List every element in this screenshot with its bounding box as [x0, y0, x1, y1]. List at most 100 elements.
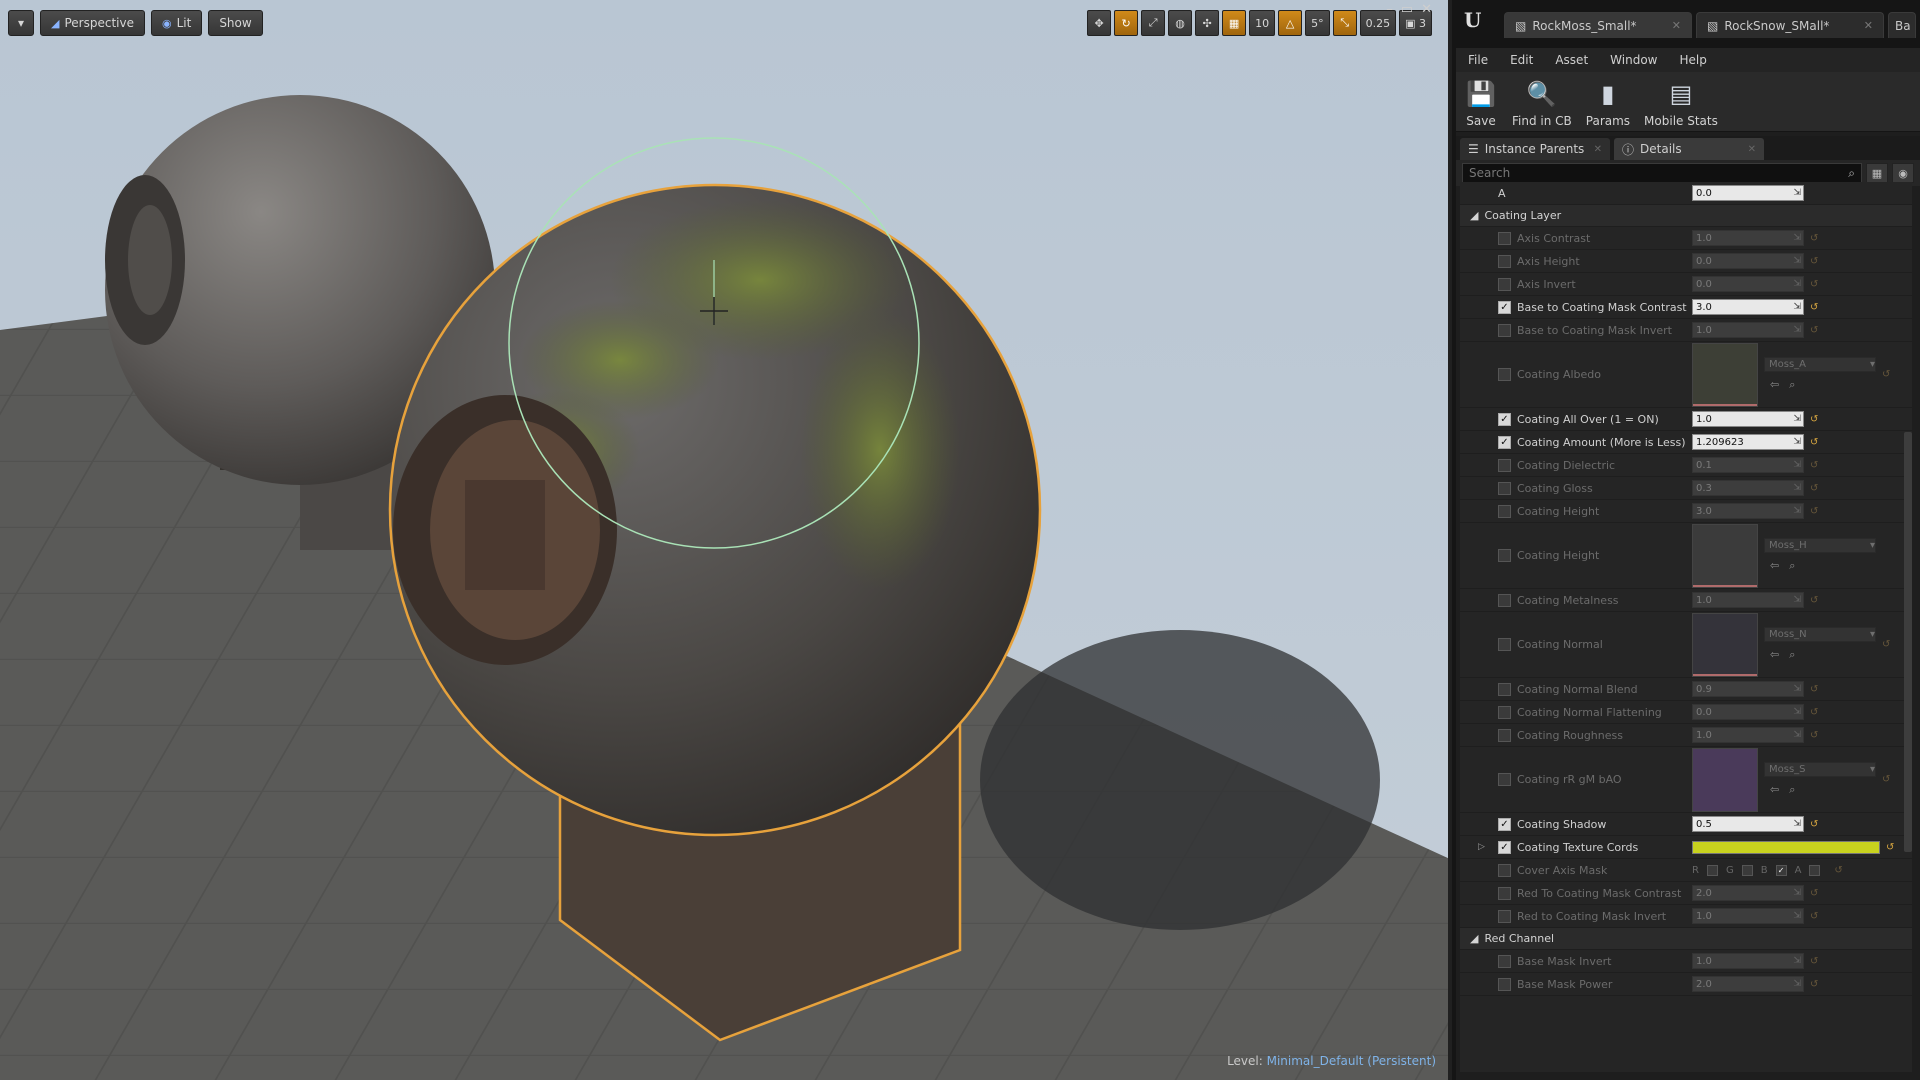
- override-checkbox[interactable]: [1498, 231, 1511, 245]
- color-swatch[interactable]: [1692, 840, 1880, 854]
- texture-picker[interactable]: Moss_S ▾: [1764, 762, 1876, 777]
- override-checkbox[interactable]: [1498, 549, 1511, 562]
- reset-icon[interactable]: ↺: [1810, 460, 1818, 471]
- value-field[interactable]: 0.0 ⇲: [1692, 704, 1804, 720]
- scale-snap-toggle[interactable]: ⤡: [1332, 10, 1357, 36]
- override-checkbox[interactable]: [1498, 728, 1511, 742]
- reset-icon[interactable]: ↺: [1810, 233, 1818, 244]
- browse-icon[interactable]: ⌕: [1789, 378, 1795, 392]
- reset-icon[interactable]: ↺: [1810, 684, 1818, 695]
- reset-icon[interactable]: ↺: [1810, 256, 1818, 267]
- channel-r-checkbox[interactable]: [1706, 864, 1718, 876]
- close-tab-icon[interactable]: ✕: [1672, 19, 1681, 32]
- value-field[interactable]: 3.0 ⇲: [1692, 299, 1804, 315]
- world-local-button[interactable]: ◍: [1168, 10, 1193, 36]
- value-field[interactable]: 1.0 ⇲: [1692, 411, 1804, 427]
- override-checkbox[interactable]: ✓: [1498, 300, 1511, 314]
- value-field[interactable]: 1.0 ⇲: [1692, 230, 1804, 246]
- reset-icon[interactable]: ↺: [1810, 911, 1818, 922]
- value-field[interactable]: 2.0 ⇲: [1692, 885, 1804, 901]
- params-button[interactable]: ▮ Params: [1586, 78, 1630, 128]
- value-field[interactable]: 0.0 ⇲: [1692, 185, 1804, 201]
- override-checkbox[interactable]: [1498, 886, 1511, 900]
- override-checkbox[interactable]: [1498, 593, 1511, 607]
- category-red-channel[interactable]: ◢ Red Channel: [1460, 928, 1912, 950]
- close-icon[interactable]: ✕: [1421, 2, 1432, 17]
- tab-rockmoss[interactable]: ▧ RockMoss_Small* ✕: [1504, 12, 1692, 38]
- value-field[interactable]: 1.209623 ⇲: [1692, 434, 1804, 450]
- use-selected-icon[interactable]: ⇦: [1770, 783, 1779, 797]
- menu-file[interactable]: File: [1468, 53, 1488, 67]
- texture-picker[interactable]: Moss_A ▾: [1764, 357, 1876, 372]
- value-field[interactable]: 1.0 ⇲: [1692, 322, 1804, 338]
- expand-arrow-icon[interactable]: ▷: [1478, 842, 1485, 852]
- override-checkbox[interactable]: [1498, 368, 1511, 381]
- override-checkbox[interactable]: [1498, 277, 1511, 291]
- value-field[interactable]: 1.0 ⇲: [1692, 908, 1804, 924]
- reset-icon[interactable]: ↺: [1810, 414, 1818, 425]
- value-field[interactable]: 1.0 ⇲: [1692, 592, 1804, 608]
- reset-icon[interactable]: ↺: [1810, 730, 1818, 741]
- reset-icon[interactable]: ↺: [1810, 707, 1818, 718]
- tab-instance-parents[interactable]: ☰ Instance Parents ✕: [1460, 138, 1610, 160]
- tab-details[interactable]: ⓘ Details ✕: [1614, 138, 1764, 160]
- override-checkbox[interactable]: [1498, 458, 1511, 472]
- value-field[interactable]: 0.9 ⇲: [1692, 681, 1804, 697]
- reset-icon[interactable]: ↺: [1810, 302, 1818, 313]
- close-tab-icon[interactable]: ✕: [1864, 19, 1873, 32]
- channel-g-checkbox[interactable]: [1741, 864, 1753, 876]
- override-checkbox[interactable]: [1498, 977, 1511, 991]
- override-checkbox[interactable]: [1498, 954, 1511, 968]
- override-checkbox[interactable]: [1498, 323, 1511, 337]
- search-input[interactable]: Search ⌕: [1462, 163, 1862, 183]
- channel-b-checkbox[interactable]: ✓: [1775, 864, 1787, 876]
- menu-asset[interactable]: Asset: [1555, 53, 1588, 67]
- menu-help[interactable]: Help: [1679, 53, 1706, 67]
- reset-icon[interactable]: ↺: [1810, 956, 1818, 967]
- override-checkbox[interactable]: ✓: [1498, 412, 1511, 426]
- value-field[interactable]: 1.0 ⇲: [1692, 727, 1804, 743]
- reset-icon[interactable]: ↺: [1810, 819, 1818, 830]
- texture-thumbnail[interactable]: [1692, 612, 1758, 677]
- rotation-snap-toggle[interactable]: △: [1278, 10, 1303, 36]
- reset-icon[interactable]: ↺: [1882, 369, 1890, 380]
- details-scrollbar[interactable]: [1904, 432, 1912, 852]
- close-tab-icon[interactable]: ✕: [1594, 144, 1602, 155]
- reset-icon[interactable]: ↺: [1886, 842, 1894, 853]
- value-field[interactable]: 2.0 ⇲: [1692, 976, 1804, 992]
- tab-rocksnow[interactable]: ▧ RockSnow_SMall* ✕: [1696, 12, 1884, 38]
- override-checkbox[interactable]: [1498, 504, 1511, 518]
- mobile-stats-button[interactable]: ▤ Mobile Stats: [1644, 78, 1718, 128]
- value-field[interactable]: 0.0 ⇲: [1692, 276, 1804, 292]
- override-checkbox[interactable]: [1498, 638, 1511, 651]
- value-field[interactable]: 0.5 ⇲: [1692, 816, 1804, 832]
- scale-tool-button[interactable]: ⤢: [1141, 10, 1166, 36]
- use-selected-icon[interactable]: ⇦: [1770, 378, 1779, 392]
- category-coating-layer[interactable]: ◢ Coating Layer: [1460, 205, 1912, 227]
- override-checkbox[interactable]: ✓: [1498, 840, 1511, 854]
- browse-icon[interactable]: ⌕: [1789, 648, 1795, 662]
- perspective-button[interactable]: ◢ Perspective: [40, 10, 145, 36]
- view-options-button[interactable]: ◉: [1892, 163, 1914, 183]
- use-selected-icon[interactable]: ⇦: [1770, 648, 1779, 662]
- grid-snap-toggle[interactable]: ▦: [1222, 10, 1247, 36]
- translate-tool-button[interactable]: ✥: [1087, 10, 1112, 36]
- value-field[interactable]: 3.0 ⇲: [1692, 503, 1804, 519]
- value-field[interactable]: 0.1 ⇲: [1692, 457, 1804, 473]
- tab-ba[interactable]: Ba: [1888, 12, 1916, 38]
- reset-icon[interactable]: ↺: [1810, 979, 1818, 990]
- reset-icon[interactable]: ↺: [1810, 437, 1818, 448]
- menu-edit[interactable]: Edit: [1510, 53, 1533, 67]
- value-field[interactable]: 1.0 ⇲: [1692, 953, 1804, 969]
- override-checkbox[interactable]: ✓: [1498, 435, 1511, 449]
- texture-thumbnail[interactable]: [1692, 747, 1758, 812]
- menu-window[interactable]: Window: [1610, 53, 1657, 67]
- save-button[interactable]: 💾 Save: [1464, 78, 1498, 128]
- rotation-snap-value[interactable]: 5°: [1305, 10, 1330, 36]
- viewport-scene[interactable]: [0, 0, 1452, 1080]
- reset-icon[interactable]: ↺: [1810, 483, 1818, 494]
- override-checkbox[interactable]: [1498, 682, 1511, 696]
- override-checkbox[interactable]: [1498, 481, 1511, 495]
- browse-icon[interactable]: ⌕: [1789, 783, 1795, 797]
- texture-thumbnail[interactable]: [1692, 523, 1758, 588]
